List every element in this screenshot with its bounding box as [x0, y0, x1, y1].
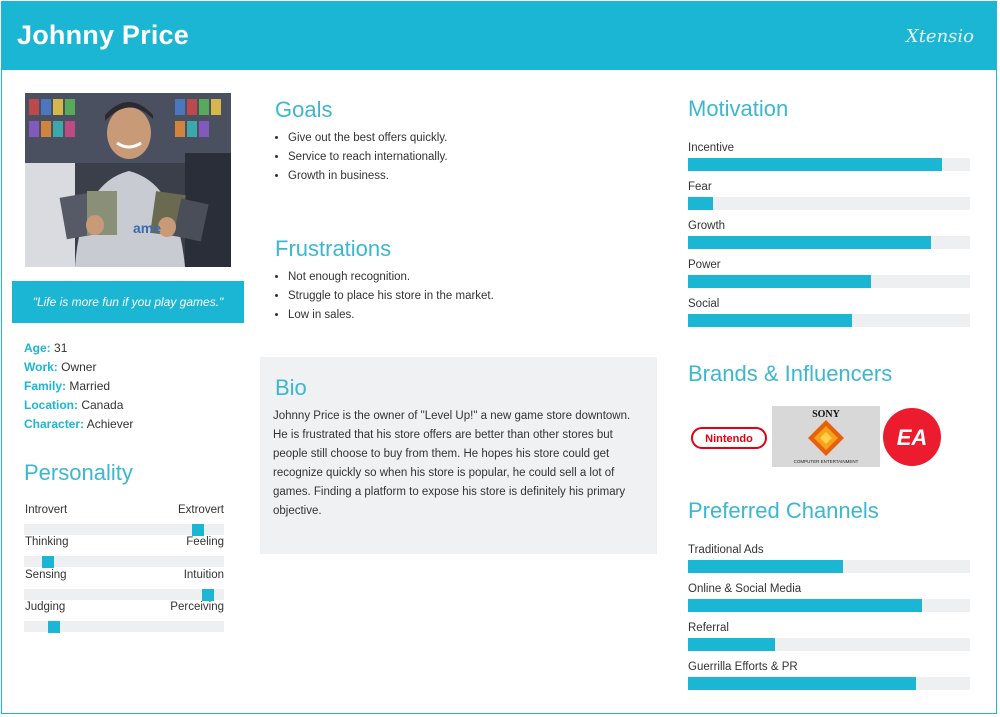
fact-work: Work: Owner: [24, 358, 133, 377]
personality-scale: Thinking Feeling: [24, 536, 224, 568]
personality-scale: Judging Perceiving: [24, 601, 224, 633]
xtensio-logo[interactable]: Xtensio: [906, 26, 974, 47]
scale-right-label: Feeling: [186, 536, 224, 548]
scale-handle[interactable]: [42, 556, 54, 568]
personality-scale: Introvert Extrovert: [24, 504, 224, 536]
scale-left-label: Introvert: [25, 504, 68, 516]
persona-photo: ame: [25, 93, 231, 267]
fact-label: Location:: [24, 398, 78, 412]
persona-card: Johnny Price Xtensio ame "Life is more f…: [1, 1, 997, 714]
header-bar: Johnny Price Xtensio: [2, 2, 996, 70]
persona-facts: Age: 31 Work: Owner Family: Married Loca…: [24, 339, 133, 434]
goals-title: Goals: [275, 97, 333, 122]
scale-track[interactable]: [24, 556, 224, 568]
channel-track: [688, 638, 970, 651]
goal-item: Service to reach internationally.: [288, 148, 448, 167]
scale-left-label: Sensing: [25, 569, 67, 581]
channel-fill: [688, 638, 776, 651]
fact-label: Family:: [24, 379, 67, 393]
channel-track: [688, 560, 970, 573]
goal-item: Growth in business.: [288, 167, 448, 186]
motivation-bars: Incentive Fear Growth Power Social: [688, 142, 970, 337]
motivation-fill: [688, 158, 942, 171]
svg-text:ame: ame: [133, 220, 161, 236]
channel-label: Guerrilla Efforts & PR: [688, 661, 798, 673]
scale-handle[interactable]: [202, 589, 214, 601]
motivation-fill: [688, 314, 852, 327]
frustration-item: Low in sales.: [288, 306, 494, 325]
scale-track[interactable]: [24, 524, 224, 536]
sony-logo-subtext: COMPUTER ENTERTAINMENT: [794, 459, 859, 464]
fact-label: Work:: [24, 360, 58, 374]
fact-character: Character: Achiever: [24, 415, 133, 434]
channel-bars: Traditional Ads Online & Social Media Re…: [688, 544, 970, 700]
bio-title: Bio: [275, 375, 307, 400]
frustration-item: Not enough recognition.: [288, 268, 494, 287]
persona-name: Johnny Price: [17, 20, 189, 50]
scale-handle[interactable]: [192, 524, 204, 536]
fact-value: Owner: [61, 360, 97, 374]
channel-label: Referral: [688, 622, 729, 634]
fact-location: Location: Canada: [24, 396, 133, 415]
channel-label: Traditional Ads: [688, 544, 764, 556]
channel-fill: [688, 560, 844, 573]
nintendo-logo-text: Nintendo: [705, 433, 753, 445]
channel-track: [688, 677, 970, 690]
personality-scale: Sensing Intuition: [24, 569, 224, 601]
fact-value: Married: [69, 379, 111, 393]
channels-title: Preferred Channels: [688, 498, 879, 523]
frustrations-title: Frustrations: [275, 236, 392, 261]
persona-quote: "Life is more fun if you play games.": [12, 281, 244, 323]
nintendo-logo: Nintendo: [691, 427, 767, 454]
motivation-fill: [688, 236, 931, 249]
motivation-track: [688, 158, 970, 171]
sony-logo: SONY COMPUTER ENTERTAINMENT: [772, 406, 880, 467]
frustration-item: Struggle to place his store in the marke…: [288, 287, 494, 306]
brands-title: Brands & Influencers: [688, 361, 893, 386]
motivation-track: [688, 197, 970, 210]
scale-left-label: Judging: [25, 601, 66, 613]
ea-logo: EA: [882, 407, 942, 472]
motivation-fill: [688, 275, 872, 288]
scale-right-label: Perceiving: [170, 601, 224, 613]
scale-track[interactable]: [24, 621, 224, 633]
scale-right-label: Intuition: [183, 569, 224, 581]
fact-value: Achiever: [86, 417, 134, 431]
scale-handle[interactable]: [48, 621, 60, 633]
goals-list: Give out the best offers quickly. Servic…: [274, 129, 448, 186]
goal-item: Give out the best offers quickly.: [288, 129, 448, 148]
scale-right-label: Extrovert: [177, 504, 224, 516]
fact-family: Family: Married: [24, 377, 133, 396]
sony-logo-text: SONY: [812, 409, 841, 420]
fact-label: Age:: [24, 341, 51, 355]
personality-title: Personality: [24, 460, 133, 485]
fact-age: Age: 31: [24, 339, 133, 358]
motivation-label: Incentive: [688, 142, 735, 154]
motivation-fill: [688, 197, 714, 210]
channel-track: [688, 599, 970, 612]
fact-label: Character:: [24, 417, 85, 431]
ea-logo-text: EA: [897, 425, 928, 450]
motivation-track: [688, 236, 970, 249]
motivation-track: [688, 275, 970, 288]
channel-label: Online & Social Media: [688, 583, 802, 595]
motivation-label: Fear: [688, 181, 712, 193]
motivation-label: Power: [688, 259, 721, 271]
scale-left-label: Thinking: [25, 536, 69, 548]
motivation-track: [688, 314, 970, 327]
motivation-label: Growth: [688, 220, 726, 232]
motivation-title: Motivation: [688, 96, 789, 121]
fact-value: Canada: [81, 398, 124, 412]
channel-fill: [688, 677, 917, 690]
bio-text: Johnny Price is the owner of "Level Up!"…: [273, 410, 631, 517]
scale-track[interactable]: [24, 589, 224, 601]
fact-value: 31: [54, 341, 68, 355]
motivation-label: Social: [688, 298, 720, 310]
frustrations-list: Not enough recognition. Struggle to plac…: [274, 268, 494, 325]
channel-fill: [688, 599, 923, 612]
